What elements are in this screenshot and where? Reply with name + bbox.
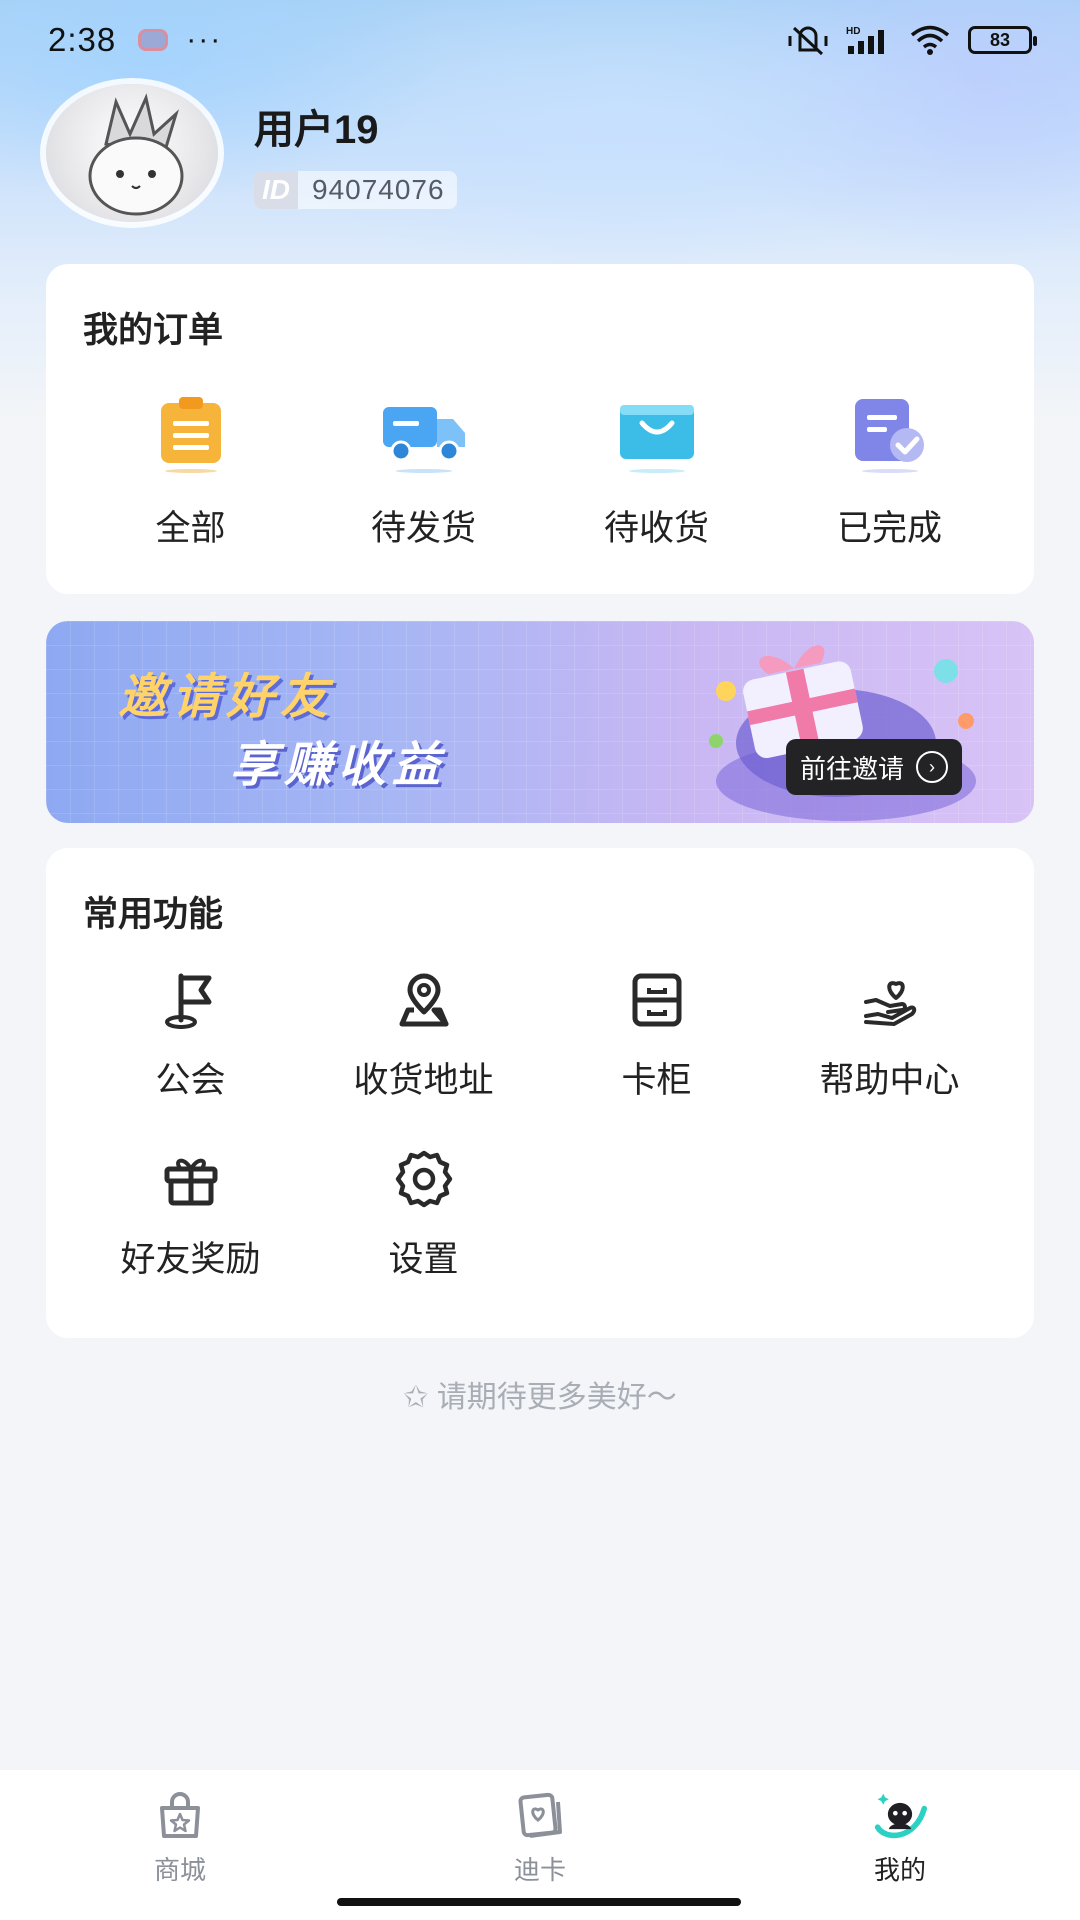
order-to-ship-label: 待发货 — [370, 509, 476, 548]
completed-doc-icon — [845, 392, 935, 474]
svg-text:HD: HD — [846, 26, 860, 37]
gift-icon — [159, 1147, 223, 1211]
signal-icon: HD — [846, 26, 884, 54]
card-cabinet-label: 卡柜 — [621, 1061, 692, 1100]
user-id-badge: ID 94074076 — [254, 171, 457, 209]
status-time: 2:38 — [48, 21, 117, 58]
invite-friends-banner[interactable]: 邀请好友 享赚收益 前往邀请 › — [46, 621, 1034, 823]
my-orders-title: 我的订单 — [83, 311, 224, 350]
home-indicator[interactable] — [337, 1898, 741, 1906]
settings-button[interactable]: 设置 — [307, 1147, 540, 1282]
bunny-avatar-icon — [88, 93, 184, 216]
help-center-button[interactable]: 帮助中心 — [773, 968, 1006, 1103]
go-invite-button[interactable]: 前往邀请 › — [786, 739, 963, 795]
order-all-button[interactable]: 全部 — [91, 392, 291, 551]
battery-indicator: 83 — [968, 26, 1037, 54]
shipping-address-button[interactable]: 收货地址 — [307, 968, 540, 1103]
profile-header[interactable]: 用户19 ID 94074076 — [46, 84, 457, 222]
truck-icon — [379, 392, 469, 474]
chevron-right-circle-icon: › — [916, 751, 949, 783]
shopping-bag-icon — [612, 392, 702, 474]
common-functions-card: 常用功能 公会 收货地址 卡柜 帮助中心 好友奖励 设置 — [46, 848, 1034, 1338]
order-all-label: 全部 — [155, 509, 226, 548]
tab-shop[interactable]: 商城 — [0, 1770, 360, 1920]
tab-mine-label: 我的 — [873, 1855, 926, 1885]
banner-headline: 邀请好友 — [118, 671, 335, 724]
guild-label: 公会 — [155, 1061, 226, 1100]
more-notifications-icon: ··· — [186, 23, 223, 56]
gear-icon — [392, 1147, 456, 1211]
coming-soon-note: ✩ 请期待更多美好～ — [403, 1381, 677, 1414]
friend-rewards-button[interactable]: 好友奖励 — [74, 1147, 307, 1282]
common-functions-title: 常用功能 — [83, 895, 224, 934]
user-id-value: 94074076 — [312, 174, 445, 205]
go-invite-label: 前往邀请 — [800, 753, 905, 784]
tab-shop-label: 商城 — [153, 1855, 206, 1885]
profile-mascot-icon — [872, 1788, 928, 1844]
friend-rewards-label: 好友奖励 — [120, 1240, 261, 1279]
guild-button[interactable]: 公会 — [74, 968, 307, 1103]
card-cabinet-button[interactable]: 卡柜 — [540, 968, 773, 1103]
username: 用户19 — [254, 108, 379, 152]
shop-bag-star-icon — [152, 1788, 208, 1844]
order-to-ship-button[interactable]: 待发货 — [324, 392, 524, 551]
cabinet-icon — [625, 968, 689, 1032]
my-orders-card: 我的订单 全部 待发货 待收货 已完成 — [46, 264, 1034, 594]
status-bar: 2:38 ··· HD 83 — [0, 0, 1080, 80]
settings-label: 设置 — [388, 1240, 459, 1279]
flag-icon — [159, 968, 223, 1032]
order-to-receive-label: 待收货 — [603, 509, 709, 548]
avatar[interactable] — [46, 84, 218, 222]
notification-app-icon — [138, 29, 169, 51]
mute-vibrate-icon — [788, 26, 828, 56]
wifi-icon — [910, 25, 950, 55]
order-completed-button[interactable]: 已完成 — [790, 392, 990, 551]
clipboard-icon — [146, 392, 236, 474]
help-center-label: 帮助中心 — [819, 1061, 960, 1100]
tab-mine[interactable]: 我的 — [720, 1770, 1080, 1920]
helping-hand-heart-icon — [858, 968, 922, 1032]
id-tag: ID — [254, 171, 298, 209]
banner-subheadline: 享赚收益 — [230, 739, 447, 792]
location-pin-icon — [392, 968, 456, 1032]
card-heart-icon — [512, 1788, 568, 1844]
tab-dika-label: 迪卡 — [513, 1855, 566, 1885]
order-to-receive-button[interactable]: 待收货 — [557, 392, 757, 551]
order-completed-label: 已完成 — [836, 509, 942, 548]
shipping-address-label: 收货地址 — [353, 1061, 494, 1100]
